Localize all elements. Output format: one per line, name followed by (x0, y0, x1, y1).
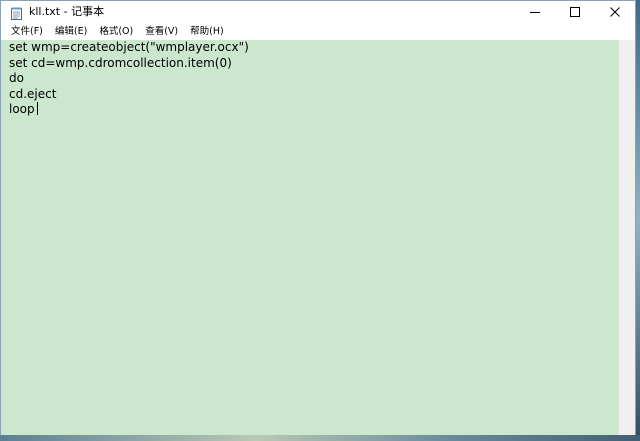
editor-line: do (9, 71, 24, 85)
editor-line: set cd=wmp.cdromcollection.item(0) (9, 55, 232, 70)
close-icon (610, 7, 620, 17)
menu-format[interactable]: 格式(O) (93, 24, 139, 39)
maximize-button[interactable] (555, 1, 595, 23)
window-title: kll.txt - 记事本 (29, 5, 105, 18)
editor-line: set wmp=createobject("wmplayer.ocx") (9, 40, 249, 54)
minimize-button[interactable] (515, 1, 555, 23)
menu-view[interactable]: 查看(V) (139, 24, 184, 39)
desktop-wallpaper-right (636, 0, 640, 441)
text-caret (36, 102, 38, 115)
maximize-icon (570, 7, 580, 17)
editor-line-text: loop (9, 102, 35, 116)
menu-bar: 文件(F) 编辑(E) 格式(O) 查看(V) 帮助(H) (1, 23, 635, 40)
close-button[interactable] (595, 1, 635, 23)
menu-edit[interactable]: 编辑(E) (49, 24, 93, 39)
text-editor[interactable]: set wmp=createobject("wmplayer.ocx") set… (1, 40, 618, 435)
editor-line-last: loop (9, 102, 618, 118)
window-controls (515, 1, 635, 23)
minimize-icon (530, 7, 540, 17)
vertical-scrollbar[interactable] (618, 40, 635, 435)
notepad-icon[interactable] (11, 5, 22, 20)
title-bar[interactable]: kll.txt - 记事本 (1, 1, 635, 23)
notepad-window: kll.txt - 记事本 文件(F) 编辑(E) 格式(O) 查看(V) 帮助… (0, 0, 636, 435)
desktop-wallpaper-bottom (0, 435, 640, 441)
menu-file[interactable]: 文件(F) (5, 24, 49, 39)
menu-help[interactable]: 帮助(H) (184, 24, 230, 39)
editor-line: cd.eject (9, 86, 57, 101)
